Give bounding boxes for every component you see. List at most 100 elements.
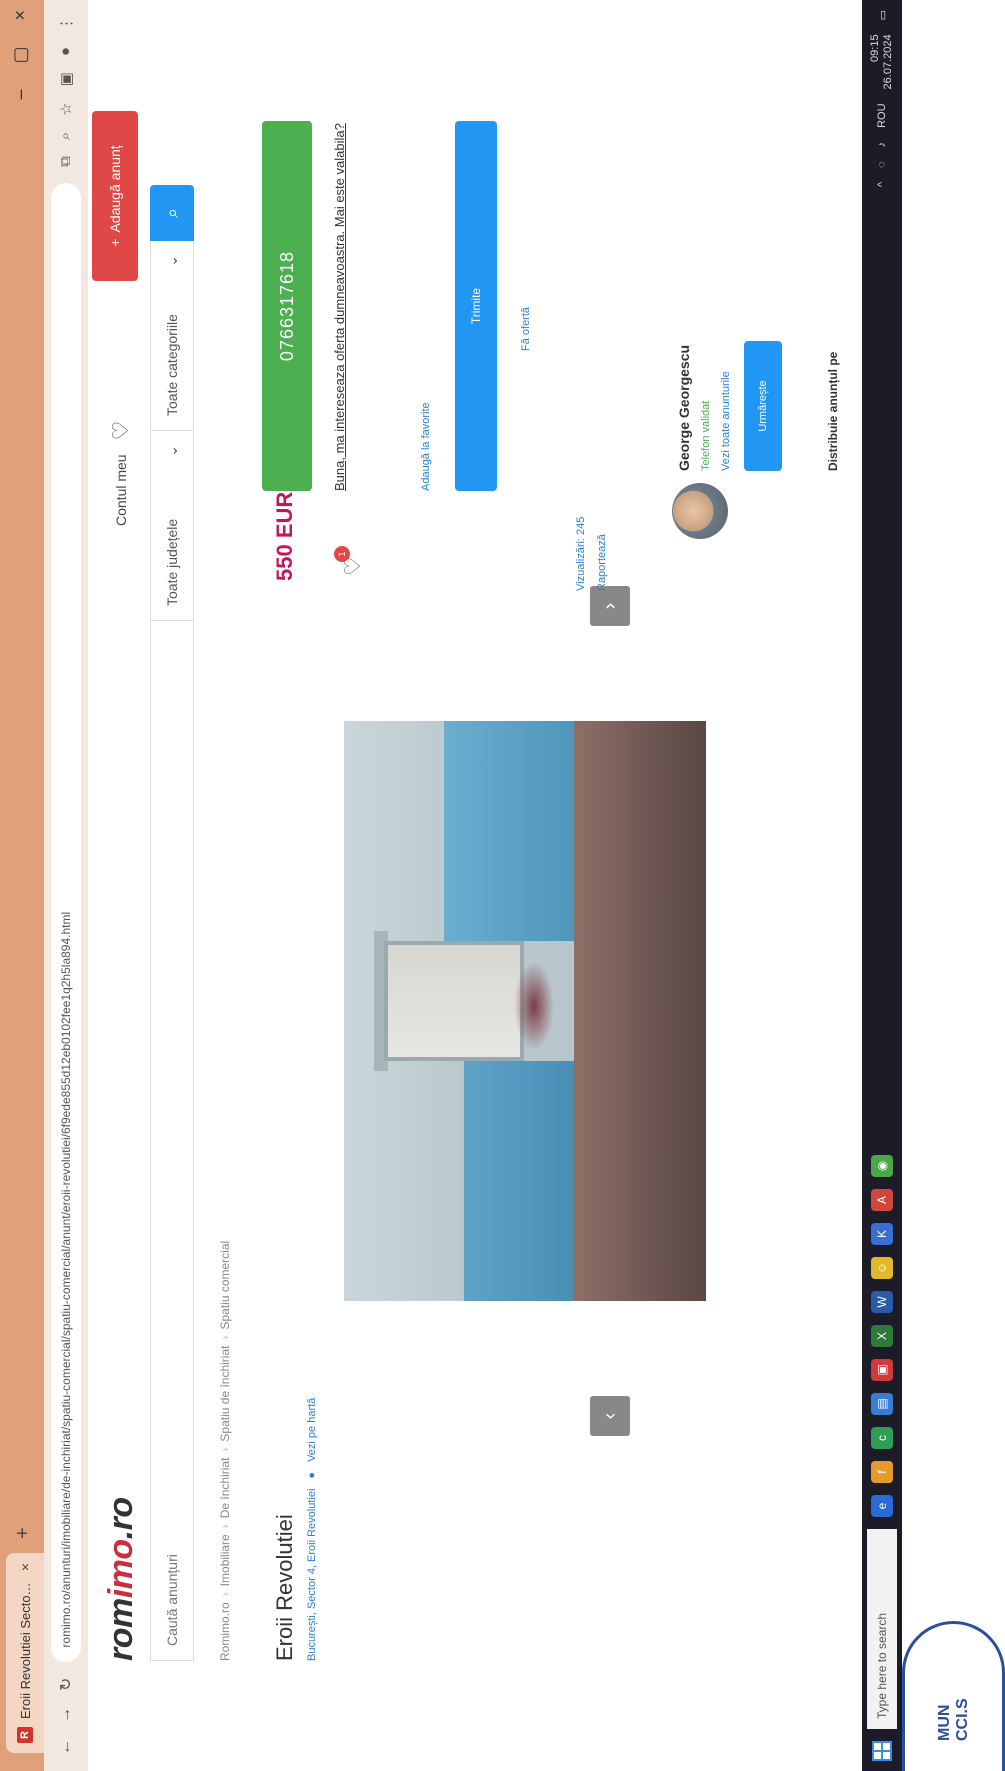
- search-bar: Toate județele ⌄ Toate categoriile ⌄ ⌕: [150, 185, 194, 1661]
- breadcrumb-separator: ›: [218, 1447, 232, 1452]
- star-icon[interactable]: ☆: [57, 102, 75, 115]
- favorites-badge: 1: [334, 546, 350, 562]
- breadcrumb-separator: ›: [218, 1592, 232, 1597]
- chevron-left-icon: ‹: [598, 1412, 621, 1420]
- browser-tabbar: R Eroii Revolutiei Sector 4 - Ro... × + …: [0, 0, 44, 1771]
- add-favorite-link[interactable]: Adaugă la favorite: [420, 402, 432, 491]
- phone-button[interactable]: 0766317618: [262, 121, 312, 491]
- category-select[interactable]: Toate categoriile ⌄: [150, 241, 194, 431]
- breadcrumb-item[interactable]: Spatiu comercial: [218, 1241, 232, 1330]
- browser-app-icon[interactable]: ◉: [871, 1155, 893, 1177]
- map-link[interactable]: Vezi pe hartă: [306, 1398, 318, 1462]
- k-app-icon[interactable]: K: [871, 1223, 893, 1245]
- seller-all-ads-link[interactable]: Vezi toate anunturile: [720, 371, 732, 471]
- listing-price: 550 EUR: [272, 491, 297, 581]
- install-icon[interactable]: ⧉: [57, 156, 75, 167]
- location-link[interactable]: București, Sector 4, Eroii Revolutiei: [306, 1489, 318, 1661]
- search-icon: ⌕: [161, 207, 182, 219]
- paper-margin: [902, 0, 1005, 1771]
- search-button[interactable]: ⌕: [150, 185, 194, 241]
- chevron-down-icon: ⌄: [163, 445, 180, 457]
- minimize-icon[interactable]: –: [10, 90, 31, 100]
- folder-icon[interactable]: ▤: [871, 1393, 893, 1415]
- account-link[interactable]: Contul meu: [113, 454, 129, 526]
- tab-title: Eroii Revolutiei Sector 4 - Ro...: [17, 1579, 33, 1719]
- ink-stamp: MUN CCI.S: [902, 1621, 1005, 1771]
- logo-part: .ro: [102, 1497, 140, 1540]
- seller-avatar[interactable]: [672, 483, 728, 539]
- favorites-counter[interactable]: ♡ 1: [334, 546, 366, 576]
- follow-seller-button[interactable]: Urmărește: [744, 341, 782, 471]
- stamp-line: MUN: [935, 1704, 953, 1741]
- emoji-icon[interactable]: ☺: [871, 1257, 893, 1279]
- report-link[interactable]: Raportează: [596, 534, 608, 591]
- clock-time: 09:15: [868, 34, 881, 62]
- menu-icon[interactable]: ⋮: [57, 16, 75, 31]
- site-logo[interactable]: romimo.ro: [102, 1497, 141, 1661]
- search-input[interactable]: [150, 621, 194, 1661]
- reload-icon[interactable]: ↻: [56, 1678, 76, 1691]
- browser-addressbar: ← → ↻ romimo.ro/anunturi/imobiliare/de-i…: [44, 0, 88, 1771]
- notifications-icon[interactable]: ▭: [876, 10, 889, 20]
- breadcrumb-separator: ›: [218, 1335, 232, 1340]
- county-select-value: Toate județele: [164, 518, 180, 606]
- stamp-line: CCI.S: [953, 1698, 971, 1741]
- account-area: Contul meu ♡: [108, 421, 134, 526]
- volume-icon[interactable]: ♪: [876, 142, 888, 148]
- back-icon[interactable]: ←: [57, 1739, 75, 1755]
- breadcrumb-item[interactable]: Spatiu de închiriat: [218, 1346, 232, 1442]
- tab-close-icon[interactable]: ×: [17, 1563, 33, 1571]
- gallery-prev-button[interactable]: ‹: [590, 1396, 630, 1436]
- taskbar-search-input[interactable]: Type here to search: [867, 1529, 897, 1729]
- app-icon[interactable]: ▣: [871, 1359, 893, 1381]
- listing-photo[interactable]: [344, 721, 706, 1301]
- pdf-icon[interactable]: A: [871, 1189, 893, 1211]
- tray-chevron-icon[interactable]: ^: [876, 182, 888, 187]
- default-message-text[interactable]: Buna, ma intereseaza oferta dumneavoastr…: [332, 121, 349, 491]
- taskbar-clock[interactable]: 09:15 26.07.2024: [869, 34, 895, 89]
- send-message-button[interactable]: Trimite: [455, 121, 497, 491]
- breadcrumb-item[interactable]: Imobiliare: [218, 1534, 232, 1586]
- add-listing-button[interactable]: + Adaugă anunț: [92, 111, 138, 281]
- browser-tab[interactable]: R Eroii Revolutiei Sector 4 - Ro... ×: [6, 1553, 44, 1753]
- county-select[interactable]: Toate județele ⌄: [150, 431, 194, 621]
- excel-icon[interactable]: X: [871, 1325, 893, 1347]
- extensions-icon[interactable]: ▣: [57, 72, 75, 86]
- chevron-right-icon: ›: [598, 602, 621, 610]
- category-select-value: Toate categoriile: [164, 314, 180, 416]
- breadcrumb-item[interactable]: De închiriat: [218, 1458, 232, 1519]
- windows-start-icon[interactable]: [872, 1741, 892, 1761]
- edge-icon[interactable]: e: [871, 1495, 893, 1517]
- site-favicon-icon: R: [17, 1727, 33, 1743]
- close-window-icon[interactable]: ×: [10, 10, 31, 21]
- os-taskbar: Type here to search e f c ▤ ▣ X W ☺ K A …: [862, 0, 902, 1771]
- favorites-heart-icon[interactable]: ♡: [108, 421, 134, 441]
- firefox-icon[interactable]: f: [871, 1461, 893, 1483]
- add-listing-label: Adaugă anunț: [107, 145, 123, 233]
- listing-title: Eroii Revolutiei: [272, 1514, 297, 1661]
- network-icon[interactable]: ◌: [876, 161, 888, 168]
- forward-icon[interactable]: →: [57, 1707, 75, 1723]
- language-indicator[interactable]: ROU: [876, 103, 888, 127]
- word-icon[interactable]: W: [871, 1291, 893, 1313]
- share-heading: Distribuie anunțul pe: [826, 351, 840, 471]
- url-field[interactable]: romimo.ro/anunturi/imobiliare/de-inchiri…: [51, 182, 81, 1662]
- new-tab-icon[interactable]: +: [12, 1527, 35, 1539]
- make-offer-link[interactable]: Fă ofertă: [520, 307, 532, 351]
- breadcrumb-item[interactable]: Romimo.ro: [218, 1602, 232, 1661]
- chrome-icon[interactable]: c: [871, 1427, 893, 1449]
- logo-accent: imo: [102, 1539, 140, 1599]
- chevron-down-icon: ⌄: [163, 255, 180, 267]
- zoom-icon[interactable]: ⌕: [57, 132, 75, 140]
- screenshot-rotated: R Eroii Revolutiei Sector 4 - Ro... × + …: [0, 0, 1005, 1771]
- clock-date: 26.07.2024: [882, 34, 894, 90]
- views-count: Vizualizări: 245: [575, 516, 587, 591]
- seller-name[interactable]: George Georgescu: [676, 345, 692, 471]
- map-pin-icon: ●: [306, 1471, 318, 1479]
- listing-location: București, Sector 4, Eroii Revolutiei ● …: [306, 1398, 318, 1661]
- photo-floor: [574, 721, 706, 1301]
- maximize-icon[interactable]: ▢: [10, 47, 31, 64]
- gallery-next-button[interactable]: ›: [590, 586, 630, 626]
- profile-icon[interactable]: ●: [57, 47, 75, 56]
- window-controls: – ▢ ×: [10, 10, 31, 100]
